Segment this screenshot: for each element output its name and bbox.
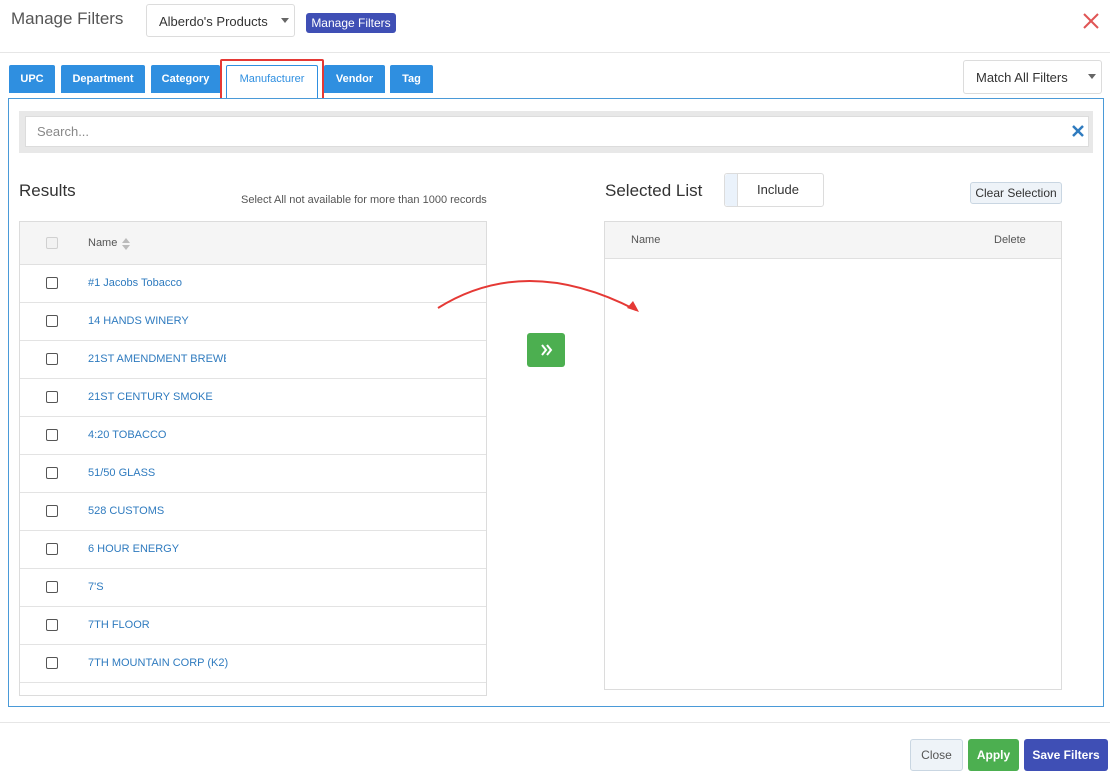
footer-divider: [0, 722, 1110, 723]
select-all-note: Select All not available for more than 1…: [241, 194, 487, 206]
toggle-label: Include: [757, 182, 799, 197]
row-checkbox[interactable]: [46, 619, 58, 631]
row-checkbox[interactable]: [46, 315, 58, 327]
close-icon[interactable]: [1081, 11, 1101, 31]
selected-name-column-header: Name: [631, 234, 661, 246]
row-checkbox[interactable]: [46, 391, 58, 403]
table-row[interactable]: 21ST AMENDMENT BREWEI: [20, 341, 486, 379]
row-checkbox[interactable]: [46, 467, 58, 479]
table-row[interactable]: 6 HOUR ENERGY: [20, 531, 486, 569]
include-toggle[interactable]: Include: [724, 173, 824, 207]
row-checkbox[interactable]: [46, 543, 58, 555]
select-all-checkbox: [46, 237, 58, 249]
manufacturer-name[interactable]: 7'S: [88, 581, 104, 593]
selected-table: Name Delete: [604, 221, 1062, 690]
table-row[interactable]: 51/50 GLASS: [20, 455, 486, 493]
tab-tag[interactable]: Tag: [390, 65, 433, 93]
tab-upc[interactable]: UPC: [9, 65, 55, 93]
table-row[interactable]: 7TH MOUNTAIN CORP (K2): [20, 645, 486, 683]
tab-department[interactable]: Department: [61, 65, 145, 93]
product-filter-value: Alberdo's Products: [159, 14, 268, 29]
close-button[interactable]: Close: [910, 739, 963, 771]
row-checkbox[interactable]: [46, 429, 58, 441]
match-filters-select[interactable]: Match All Filters: [963, 60, 1102, 94]
table-row[interactable]: 7TH FLOOR: [20, 607, 486, 645]
manufacturer-name[interactable]: 6 HOUR ENERGY: [88, 543, 179, 555]
row-checkbox[interactable]: [46, 657, 58, 669]
manufacturer-name[interactable]: 7TH MOUNTAIN CORP (K2): [88, 657, 228, 669]
manufacturer-name[interactable]: 4:20 TOBACCO: [88, 429, 166, 441]
manufacturer-name[interactable]: 21ST CENTURY SMOKE: [88, 391, 213, 403]
row-checkbox[interactable]: [46, 695, 58, 696]
table-row[interactable]: 7'S: [20, 569, 486, 607]
row-checkbox[interactable]: [46, 581, 58, 593]
search-input[interactable]: [25, 116, 1089, 147]
save-filters-button[interactable]: Save Filters: [1024, 739, 1108, 771]
table-row[interactable]: 21ST CENTURY SMOKE: [20, 379, 486, 417]
row-checkbox[interactable]: [46, 277, 58, 289]
row-checkbox[interactable]: [46, 505, 58, 517]
product-filter-dropdown[interactable]: Alberdo's Products: [146, 4, 295, 37]
add-to-selected-button[interactable]: [527, 333, 565, 367]
manufacturer-name[interactable]: 14 HANDS WINERY: [88, 315, 189, 327]
tab-vendor[interactable]: Vendor: [324, 65, 385, 93]
table-row[interactable]: 4:20 TOBACCO: [20, 417, 486, 455]
manufacturer-name[interactable]: 7TH FLOOR: [88, 619, 150, 631]
manage-filters-button[interactable]: Manage Filters: [306, 13, 396, 33]
double-chevron-right-icon: [541, 344, 553, 356]
manufacturer-name[interactable]: 21ST AMENDMENT BREWEI: [88, 353, 226, 365]
toggle-knob[interactable]: [725, 174, 738, 206]
chevron-down-icon: [281, 18, 289, 23]
tab-highlight-annotation: [220, 59, 324, 103]
table-row[interactable]: [20, 683, 486, 696]
manufacturer-name[interactable]: #1 Jacobs Tobacco: [88, 277, 182, 289]
selected-delete-column-header: Delete: [994, 234, 1026, 246]
clear-selection-button[interactable]: Clear Selection: [970, 182, 1062, 204]
clear-search-icon[interactable]: [1071, 124, 1085, 138]
selected-table-header: Name Delete: [605, 222, 1061, 259]
results-heading: Results: [19, 181, 76, 200]
modal-title: Manage Filters: [11, 9, 124, 28]
manufacturer-name[interactable]: 528 CUSTOMS: [88, 505, 164, 517]
table-row[interactable]: 14 HANDS WINERY: [20, 303, 486, 341]
row-checkbox[interactable]: [46, 353, 58, 365]
table-row[interactable]: #1 Jacobs Tobacco: [20, 265, 486, 303]
results-table-header: Name: [20, 222, 486, 265]
chevron-down-icon: [1088, 74, 1096, 79]
curved-arrow-annotation: [437, 280, 639, 312]
tab-category[interactable]: Category: [151, 65, 220, 93]
sort-icon[interactable]: [122, 237, 130, 250]
results-table: Name #1 Jacobs Tobacco 14 HANDS WINERY 2…: [19, 221, 487, 696]
match-filters-value: Match All Filters: [976, 70, 1068, 85]
table-row[interactable]: 528 CUSTOMS: [20, 493, 486, 531]
apply-button[interactable]: Apply: [968, 739, 1019, 771]
selected-list-heading: Selected List: [605, 181, 703, 200]
manufacturer-name[interactable]: 51/50 GLASS: [88, 467, 155, 479]
name-column-header[interactable]: Name: [88, 237, 117, 249]
header-divider: [0, 52, 1110, 53]
